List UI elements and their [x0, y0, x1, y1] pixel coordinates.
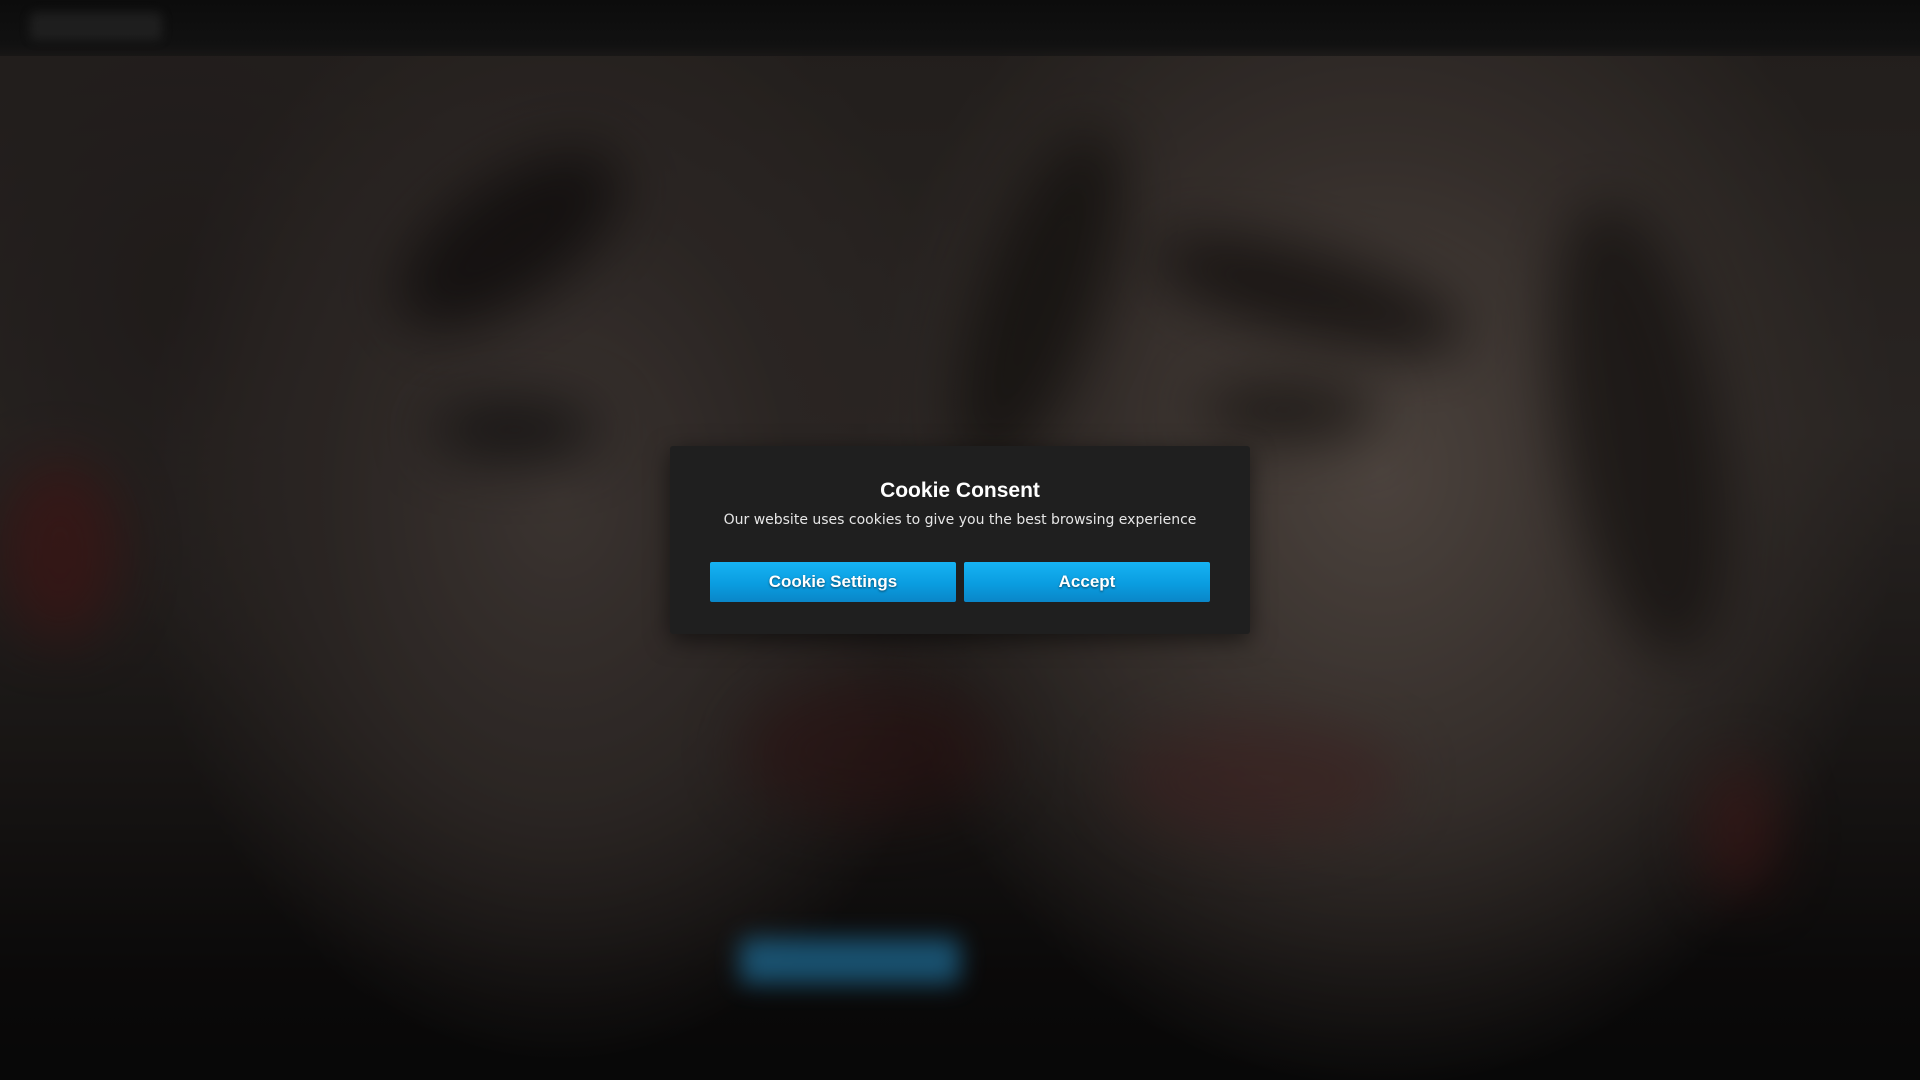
site-logo[interactable] — [30, 12, 162, 40]
page: Cookie Consent Our website uses cookies … — [0, 0, 1920, 1080]
cookie-consent-dialog: Cookie Consent Our website uses cookies … — [670, 446, 1250, 634]
blurred-hero-button — [740, 938, 960, 984]
cookie-consent-actions: Cookie Settings Accept — [710, 562, 1210, 602]
cookie-consent-title: Cookie Consent — [880, 479, 1040, 502]
cookie-consent-message: Our website uses cookies to give you the… — [723, 512, 1197, 528]
cookie-settings-button[interactable]: Cookie Settings — [710, 562, 956, 602]
accept-cookies-button[interactable]: Accept — [964, 562, 1210, 602]
site-header — [0, 0, 1920, 56]
